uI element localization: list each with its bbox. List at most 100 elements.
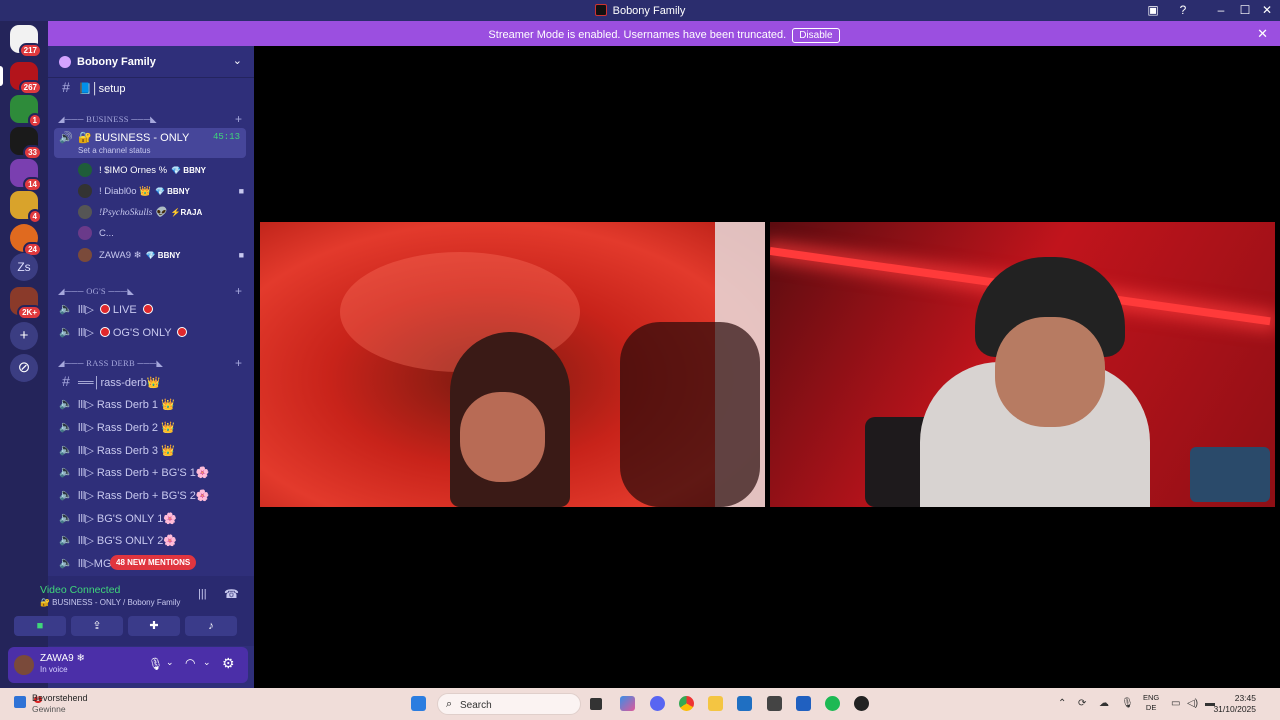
close-window-button[interactable]: ✕	[1259, 3, 1275, 17]
sync-icon[interactable]: ⟳	[1078, 698, 1086, 709]
user-tag: 💎 BBNY	[145, 251, 181, 260]
microphone-icon[interactable]: 🎙	[1121, 698, 1134, 709]
server-header[interactable]: Bobony Family ⌄	[48, 46, 254, 78]
category-rass-derb[interactable]: ◢─── RASS DERB ───◣	[58, 358, 163, 369]
channel-rass-derb-1[interactable]: 🔈 lll▷ Rass Derb 1 👑	[54, 394, 246, 414]
add-channel-icon[interactable]: +	[235, 112, 242, 126]
spotify-icon[interactable]	[825, 696, 840, 711]
taskbar-search[interactable]: ⌕ Search	[437, 693, 581, 715]
server-icon[interactable]: 2K+	[10, 287, 42, 320]
discover-icon[interactable]: ⊘	[10, 354, 38, 382]
start-windows-icon[interactable]	[411, 696, 426, 711]
disconnect-icon[interactable]: ☎	[224, 587, 239, 601]
red-dot-icon	[142, 304, 153, 314]
channel-label: 📘│setup	[78, 83, 126, 95]
app-icon[interactable]	[767, 696, 782, 711]
store-icon[interactable]	[737, 696, 752, 711]
app-icon[interactable]	[796, 696, 811, 711]
task-view-icon[interactable]	[590, 698, 602, 710]
add-server-icon[interactable]: +	[10, 322, 38, 350]
camera-icon: ■	[36, 620, 44, 632]
voice-icon: 🔈	[59, 326, 73, 338]
camera-button[interactable]: ■	[14, 616, 66, 636]
language-indicator[interactable]: ENG DE	[1143, 693, 1159, 713]
channel-ogs-only[interactable]: 🔈 lll▷ OG'S ONLY	[54, 322, 246, 342]
screen-share-button[interactable]: ⇪	[71, 616, 123, 636]
window-titlebar: Bobony Family ▣ ? – ☐ ✕	[0, 0, 1280, 21]
chevron-down-icon[interactable]: ⌄	[166, 657, 174, 668]
channel-prefix: lll▷	[78, 327, 94, 339]
close-icon[interactable]: ✕	[1257, 26, 1268, 42]
category-business[interactable]: ◢─── BUSINESS ───◣	[58, 114, 157, 125]
channel-bgs-only-2[interactable]: 🔈 lll▷ BG'S ONLY 2🌸	[54, 530, 246, 550]
server-badge: 2K+	[17, 305, 42, 320]
disable-button[interactable]: Disable	[792, 28, 840, 43]
microphone-icon[interactable]: 🎙	[148, 657, 163, 671]
maximize-button[interactable]: ☐	[1237, 3, 1253, 17]
file-explorer-icon[interactable]	[708, 696, 723, 711]
chevron-down-icon: ⌄	[232, 55, 242, 67]
server-text-icon[interactable]: Zs	[10, 253, 38, 281]
equipment	[1190, 447, 1270, 502]
help-icon[interactable]: ?	[1175, 3, 1191, 17]
noise-suppression-icon[interactable]: |||	[198, 588, 207, 600]
channel-prefix: lll▷	[78, 467, 94, 479]
network-icon[interactable]: ▭	[1171, 698, 1180, 709]
server-icon[interactable]: 14	[10, 159, 42, 192]
server-icon[interactable]: 1	[10, 95, 42, 128]
channel-live[interactable]: 🔈 lll▷ LIVE	[54, 299, 246, 319]
camera-icon: ■	[238, 250, 244, 260]
cloud-icon[interactable]: ☁	[1099, 698, 1109, 709]
channel-prefix: lll▷	[78, 558, 94, 570]
red-dot-icon	[99, 327, 110, 337]
headset-icon[interactable]: ◠	[185, 656, 195, 670]
soundboard-button[interactable]: ♪	[185, 616, 237, 636]
activities-button[interactable]: ✚	[128, 616, 180, 636]
set-status-link[interactable]: Set a channel status	[78, 146, 151, 155]
app-icon	[594, 4, 607, 16]
add-channel-icon[interactable]: +	[235, 356, 242, 370]
video-tile-right[interactable]	[770, 222, 1275, 507]
server-badge: 4	[27, 209, 42, 224]
app-icon[interactable]	[854, 696, 869, 711]
channel-prefix: lll▷	[78, 445, 94, 457]
server-name: Bobony Family	[77, 56, 156, 68]
user-name: !PsychoSkulls 👽	[99, 208, 167, 218]
server-badge: 267	[18, 80, 42, 95]
inbox-icon[interactable]: ▣	[1145, 3, 1161, 17]
avatar[interactable]	[14, 655, 34, 675]
new-mentions-pill[interactable]: 48 NEW MENTIONS	[110, 555, 197, 570]
chrome-icon[interactable]	[679, 696, 694, 711]
channel-prefix: lll▷	[78, 422, 94, 434]
clock[interactable]: 23:45 31/10/2025	[1213, 693, 1256, 715]
user-tag: 💎 BBNY	[171, 166, 206, 175]
server-icon[interactable]: 267	[0, 62, 42, 95]
video-tile-left[interactable]	[260, 222, 765, 507]
add-channel-icon[interactable]: +	[235, 284, 242, 298]
channel-rass-bgs-2[interactable]: 🔈 lll▷ Rass Derb + BG'S 2🌸	[54, 485, 246, 505]
minimize-button[interactable]: –	[1213, 3, 1229, 17]
server-icon[interactable]: 33	[10, 127, 42, 160]
volume-icon[interactable]: ◁)	[1187, 698, 1198, 709]
server-icon[interactable]: 24	[10, 224, 42, 257]
settings-gear-icon[interactable]: ⚙	[222, 655, 235, 672]
user-tag: ⚡RAJA	[170, 208, 203, 217]
channel-business-only[interactable]: 🔊 🔐 BUSINESS - ONLY 45:13 Set a channel …	[54, 128, 246, 158]
red-dot-icon	[177, 327, 188, 337]
chevron-down-icon[interactable]: ⌄	[203, 657, 211, 668]
channel-rass-derb-text[interactable]: # ══│rass-derb👑	[54, 372, 246, 392]
channel-rass-bgs-1[interactable]: 🔈 lll▷ Rass Derb + BG'S 1🌸	[54, 462, 246, 482]
home-button[interactable]: 217	[10, 25, 42, 58]
voice-icon: 🔈	[59, 398, 73, 410]
category-ogs[interactable]: ◢─── OG'S ───◣	[58, 286, 134, 297]
discord-icon[interactable]	[650, 696, 665, 711]
voice-icon: 🔈	[59, 466, 73, 478]
server-icon[interactable]: 4	[10, 191, 42, 224]
channel-label: Rass Derb + BG'S 1🌸	[96, 467, 210, 479]
channel-setup[interactable]: # 📘│setup	[54, 78, 246, 98]
channel-rass-derb-3[interactable]: 🔈 lll▷ Rass Derb 3 👑	[54, 440, 246, 460]
channel-bgs-only-1[interactable]: 🔈 lll▷ BG'S ONLY 1🌸	[54, 508, 246, 528]
copilot-icon[interactable]	[620, 696, 635, 711]
channel-rass-derb-2[interactable]: 🔈 lll▷ Rass Derb 2 👑	[54, 417, 246, 437]
chevron-up-icon[interactable]: ⌃	[1058, 698, 1066, 709]
